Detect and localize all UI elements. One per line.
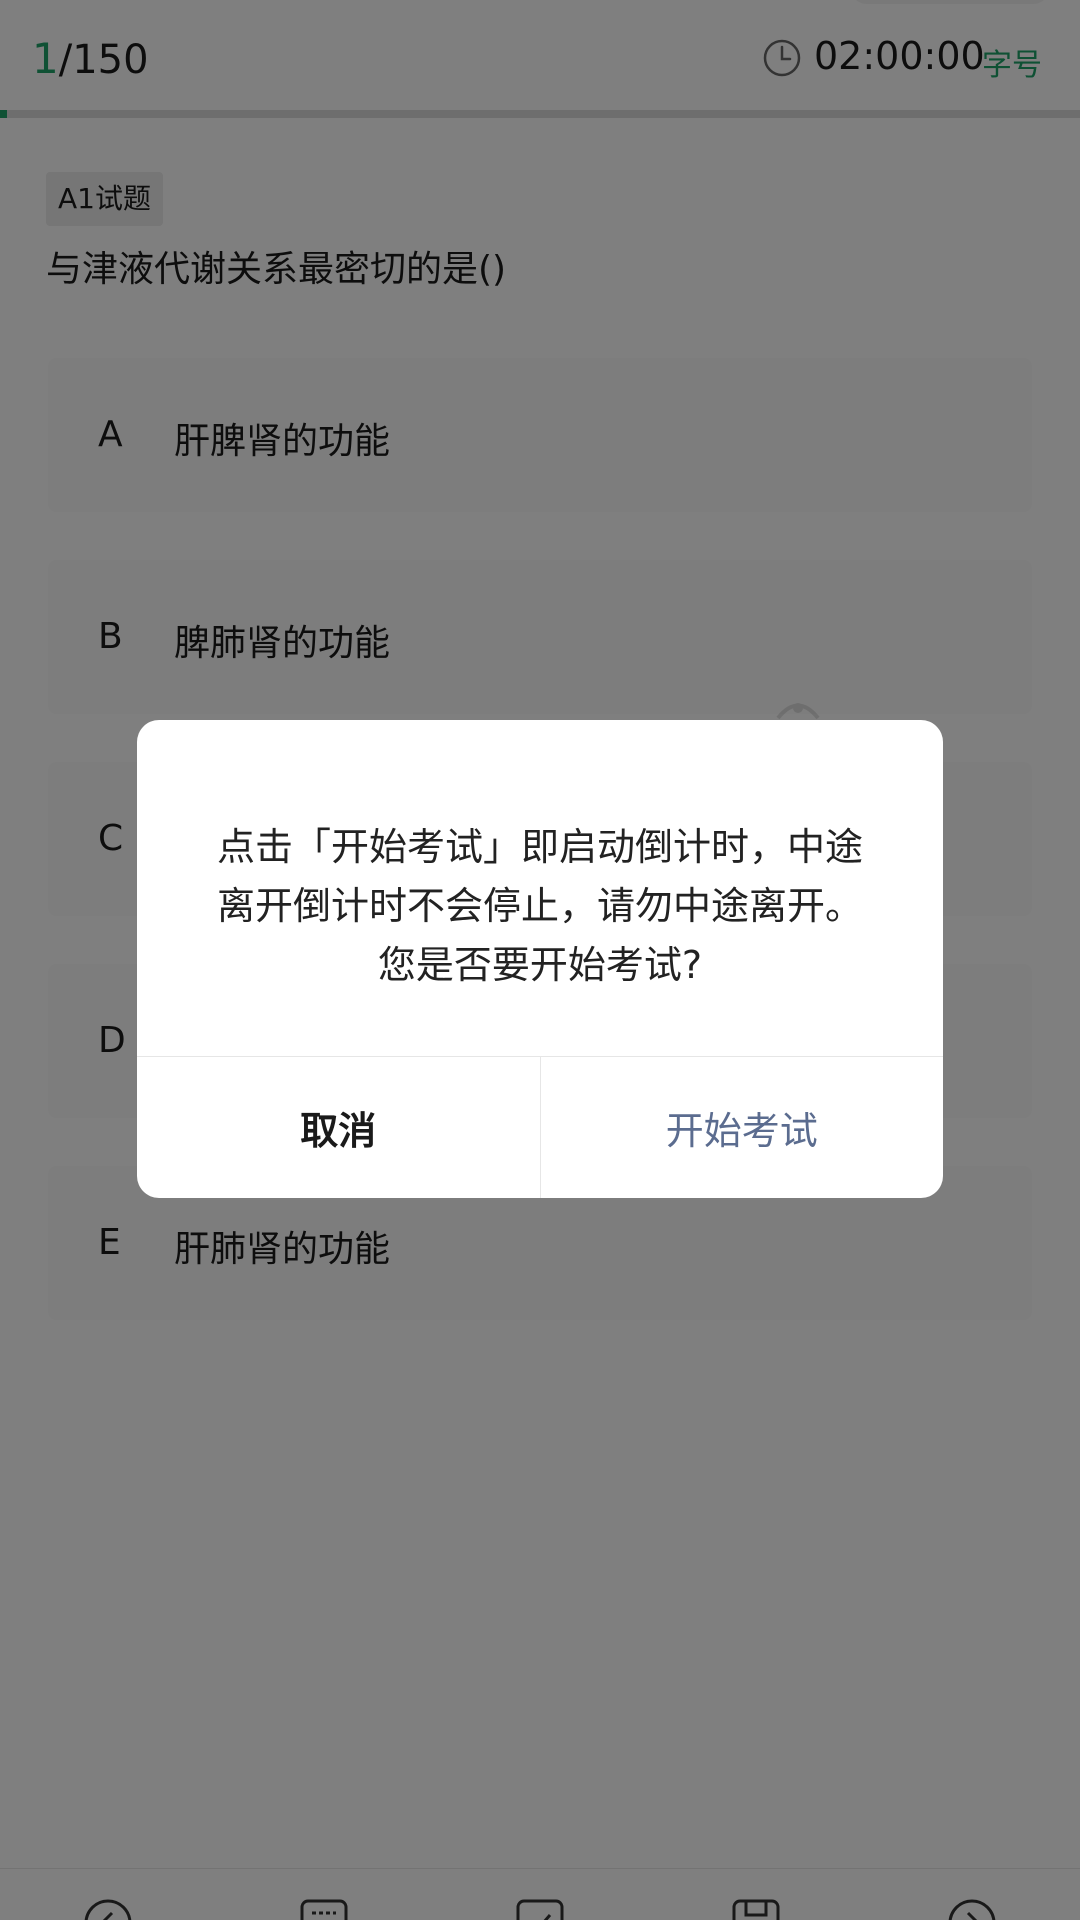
dialog-actions: 取消 开始考试 (137, 1056, 943, 1198)
cancel-button[interactable]: 取消 (137, 1057, 541, 1198)
dialog-message: 点击「开始考试」即启动倒计时，中途离开倒计时不会停止，请勿中途离开。您是否要开始… (216, 825, 863, 987)
start-exam-button[interactable]: 开始考试 (541, 1057, 944, 1198)
exam-page: 1/150 02:00:00 字号 A1试题 与津液代谢关系最密切的是() A … (0, 0, 1080, 1920)
start-exam-dialog: 点击「开始考试」即启动倒计时，中途离开倒计时不会停止，请勿中途离开。您是否要开始… (137, 720, 943, 1198)
